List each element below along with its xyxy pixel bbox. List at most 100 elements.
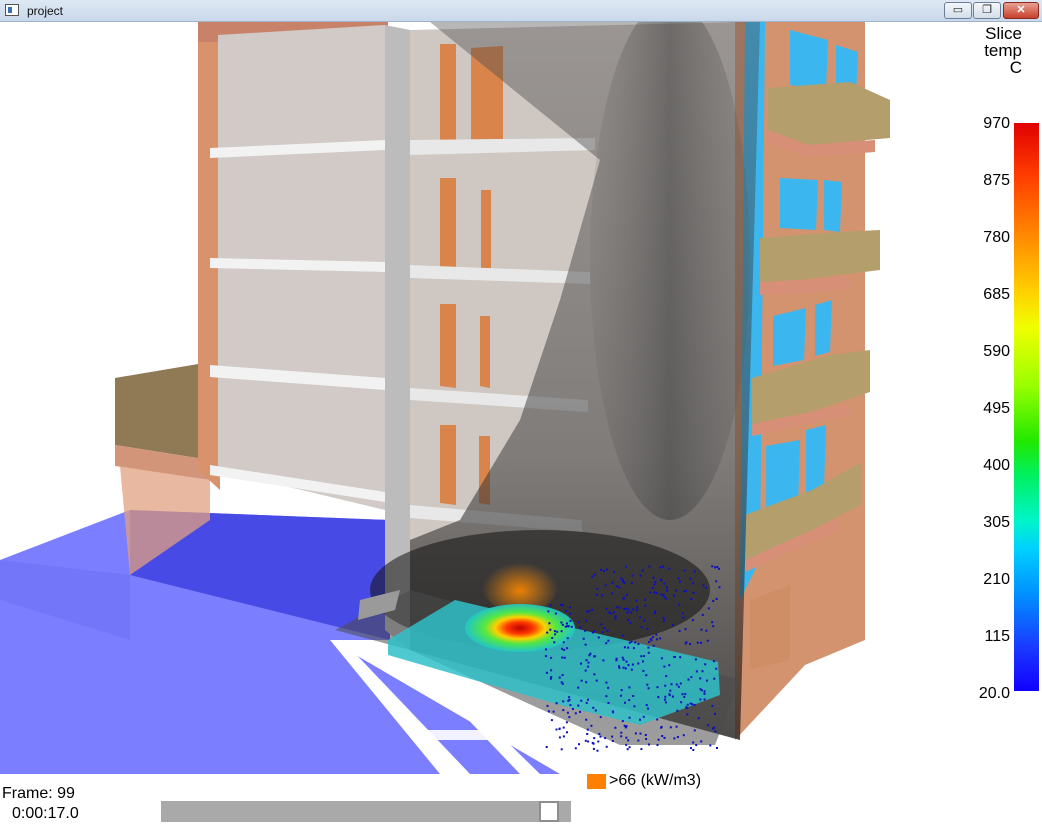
- particle: [580, 699, 583, 702]
- app-icon[interactable]: [5, 4, 19, 16]
- particle: [662, 617, 665, 619]
- particle: [601, 631, 604, 634]
- particle: [550, 669, 553, 672]
- particle: [614, 617, 617, 620]
- particle: [568, 606, 571, 609]
- window-titlebar[interactable]: project ▭ ❐ ✕: [0, 0, 1042, 22]
- particle: [682, 616, 685, 619]
- particle: [611, 592, 614, 595]
- particle: [661, 735, 664, 737]
- particle: [623, 608, 625, 610]
- particle: [621, 720, 624, 723]
- particle: [628, 686, 631, 689]
- particle: [627, 739, 630, 742]
- hrr-legend-label: >66 (kW/m3): [609, 772, 702, 789]
- particle: [635, 599, 638, 602]
- particle: [580, 679, 583, 682]
- particle: [649, 638, 652, 641]
- particle: [663, 665, 666, 668]
- particle: [685, 589, 687, 592]
- particle: [675, 589, 677, 592]
- timeline-slider[interactable]: [161, 801, 571, 822]
- particle: [660, 657, 663, 660]
- particle: [716, 566, 719, 568]
- particle: [645, 704, 648, 707]
- particle: [705, 586, 708, 589]
- particle: [660, 578, 663, 581]
- minimize-button[interactable]: ▭: [944, 2, 972, 19]
- particle: [596, 593, 599, 596]
- particle: [560, 621, 563, 624]
- particle: [549, 628, 552, 631]
- particle: [591, 575, 594, 578]
- particle: [585, 681, 588, 684]
- particle: [640, 748, 643, 751]
- particle: [714, 730, 717, 733]
- particle: [604, 584, 607, 587]
- particle: [679, 682, 682, 685]
- particle: [625, 565, 628, 568]
- particle: [546, 704, 549, 707]
- particle: [711, 704, 714, 707]
- colorbar-title-line: Slice: [985, 24, 1022, 43]
- particle: [600, 569, 603, 571]
- particle: [630, 668, 633, 671]
- particle: [662, 565, 665, 568]
- particle: [548, 622, 551, 625]
- particle: [618, 665, 620, 668]
- particle: [555, 728, 558, 731]
- particle: [588, 610, 591, 613]
- particle: [683, 695, 686, 698]
- 3d-viewport[interactable]: [0, 22, 1042, 774]
- restore-button[interactable]: ❐: [973, 2, 1001, 19]
- particle: [686, 713, 689, 716]
- particle: [695, 670, 698, 673]
- scene-render: [0, 22, 890, 774]
- particle: [655, 592, 658, 595]
- colorbar-tick-label: 210: [983, 571, 1010, 588]
- timeline-slider-thumb[interactable]: [539, 801, 560, 822]
- particle: [673, 594, 676, 597]
- colorbar-tick-label: 590: [983, 343, 1010, 360]
- particle: [562, 700, 565, 703]
- particle: [560, 681, 563, 684]
- particle: [663, 736, 666, 739]
- particle: [587, 665, 590, 668]
- close-button[interactable]: ✕: [1003, 2, 1039, 19]
- particle: [560, 630, 563, 633]
- particle: [677, 685, 680, 688]
- particle: [645, 738, 648, 740]
- particle: [645, 674, 648, 677]
- particle: [545, 746, 548, 748]
- particle: [605, 695, 608, 698]
- particle: [574, 712, 577, 715]
- particle: [584, 739, 587, 742]
- particle: [691, 619, 694, 622]
- particle: [599, 716, 602, 719]
- particle: [566, 711, 569, 714]
- particle: [569, 612, 572, 615]
- particle: [711, 621, 714, 624]
- particle: [615, 585, 618, 588]
- particle: [632, 608, 635, 611]
- particle: [686, 703, 689, 706]
- particle: [632, 695, 635, 697]
- particle: [648, 565, 651, 568]
- particle: [562, 735, 565, 738]
- particle: [613, 570, 616, 573]
- particle: [620, 731, 623, 734]
- particle: [669, 689, 672, 692]
- particle: [627, 619, 630, 621]
- particle: [558, 736, 561, 739]
- particle: [655, 633, 658, 636]
- particle: [602, 659, 605, 662]
- particle: [551, 637, 554, 639]
- particle: [711, 565, 714, 568]
- particle: [684, 693, 687, 696]
- particle: [673, 656, 676, 658]
- particle: [550, 656, 553, 659]
- particle: [656, 686, 659, 689]
- particle: [622, 658, 625, 661]
- particle: [574, 747, 577, 750]
- particle: [566, 637, 569, 640]
